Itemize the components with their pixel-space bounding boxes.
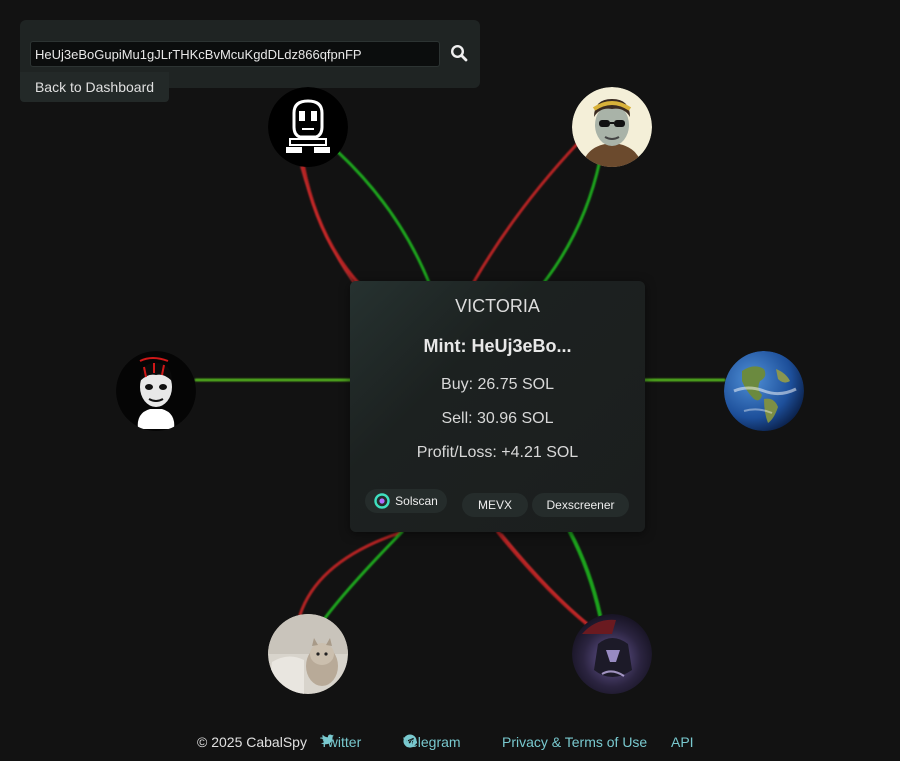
buy-amount: Buy: 26.75 SOL — [441, 376, 554, 393]
buy-edge — [336, 150, 432, 287]
earth-globe-avatar — [724, 351, 804, 431]
token-name: VICTORIA — [455, 296, 540, 316]
search-button[interactable] — [448, 42, 470, 64]
solscan-link[interactable]: Solscan — [365, 489, 447, 513]
search-icon — [450, 44, 468, 62]
wallet-node-armor[interactable] — [572, 614, 652, 694]
sell-edge — [470, 141, 580, 287]
token-mint: Mint: HeUj3eBo... — [423, 336, 572, 356]
pixel-ghost-avatar — [268, 87, 348, 167]
twitter-link[interactable]: Twitter — [320, 734, 361, 750]
buy-edge — [568, 530, 602, 617]
profit-loss: Profit/Loss: +4.21 SOL — [416, 444, 579, 461]
sell-amount: Sell: 30.96 SOL — [441, 410, 554, 427]
wallet-node-dark[interactable] — [116, 351, 196, 431]
token-card: VICTORIA Mint: HeUj3eBo... Buy: 26.75 SO… — [350, 281, 645, 532]
solscan-label: Solscan — [395, 494, 438, 508]
telegram-label: Telegram — [403, 734, 461, 750]
copyright: © 2025 CabalSpy — [197, 734, 307, 750]
privacy-terms-link[interactable]: Privacy & Terms of Use — [502, 734, 647, 750]
dexscreener-label: Dexscreener — [546, 498, 615, 512]
twitter-label: Twitter — [320, 734, 362, 750]
wallet-node-laurel[interactable] — [572, 87, 652, 167]
telegram-link[interactable]: Telegram — [403, 734, 461, 750]
buy-edge — [540, 158, 602, 287]
dark-armor-avatar — [572, 614, 652, 694]
dark-portrait-avatar — [116, 351, 196, 431]
footer: © 2025 CabalSpy Twitter Telegram Privacy… — [0, 734, 900, 754]
mevx-link[interactable]: MEVX — [462, 493, 528, 517]
api-link[interactable]: API — [671, 734, 694, 750]
wallet-node-ghost[interactable] — [268, 87, 348, 167]
search-input[interactable] — [30, 41, 440, 67]
cat-photo-avatar — [268, 614, 348, 694]
buy-edge — [323, 530, 404, 620]
solscan-icon — [374, 493, 390, 509]
back-to-dashboard-button[interactable]: Back to Dashboard — [20, 72, 169, 102]
mevx-label: MEVX — [477, 498, 512, 512]
sell-edge — [301, 163, 362, 287]
laurel-sunglasses-avatar — [572, 87, 652, 167]
wallet-node-earth[interactable] — [724, 351, 804, 431]
wallet-node-cat[interactable] — [268, 614, 348, 694]
dexscreener-link[interactable]: Dexscreener — [532, 493, 629, 517]
sell-edge — [298, 530, 404, 617]
